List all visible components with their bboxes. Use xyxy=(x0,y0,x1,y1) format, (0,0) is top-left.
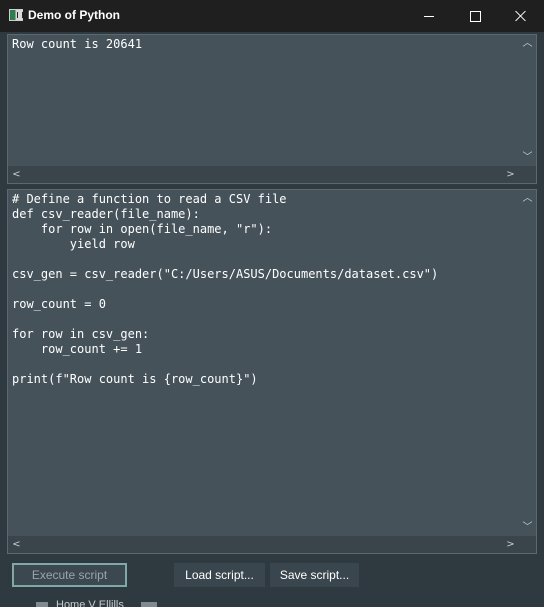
code-editor-text[interactable]: # Define a function to read a CSV file d… xyxy=(12,192,518,535)
editor-vertical-scrollbar[interactable]: ︿ ﹀ xyxy=(519,190,536,536)
app-window: Demo of Python Row count is 20641 ︿ ﹀ < … xyxy=(0,0,544,607)
save-script-button[interactable]: Save script... xyxy=(270,563,359,587)
scroll-down-icon[interactable]: ﹀ xyxy=(519,149,536,166)
minimize-button[interactable] xyxy=(406,0,452,32)
background-window-peek: Home V Ellills xyxy=(0,597,544,607)
execute-script-button[interactable]: Execute script xyxy=(12,563,127,587)
load-script-button[interactable]: Load script... xyxy=(174,563,265,587)
scroll-right-icon[interactable]: > xyxy=(502,166,519,183)
background-box-icon xyxy=(141,602,157,607)
scroll-down-icon[interactable]: ﹀ xyxy=(519,519,536,536)
window-title: Demo of Python xyxy=(28,8,120,22)
scroll-left-icon[interactable]: < xyxy=(8,166,25,183)
output-panel[interactable]: Row count is 20641 ︿ ﹀ < > xyxy=(7,34,537,184)
output-vertical-scrollbar[interactable]: ︿ ﹀ xyxy=(519,35,536,166)
background-peek-text: Home V Ellills xyxy=(56,599,124,607)
scroll-up-icon[interactable]: ︿ xyxy=(519,190,536,207)
output-text[interactable]: Row count is 20641 xyxy=(12,37,518,165)
close-button[interactable] xyxy=(498,0,544,32)
scroll-right-icon[interactable]: > xyxy=(502,536,519,553)
title-bar[interactable]: Demo of Python xyxy=(0,0,544,32)
maximize-button[interactable] xyxy=(452,0,498,32)
editor-horizontal-scrollbar[interactable]: < > xyxy=(8,536,519,553)
scrollbar-corner xyxy=(519,166,536,183)
scrollbar-corner xyxy=(519,536,536,553)
maximize-icon xyxy=(469,10,481,22)
background-checkbox-icon xyxy=(36,602,48,607)
output-horizontal-scrollbar[interactable]: < > xyxy=(8,166,519,183)
minimize-icon xyxy=(424,15,434,17)
close-icon xyxy=(515,10,527,22)
code-editor-panel[interactable]: # Define a function to read a CSV file d… xyxy=(7,189,537,554)
scroll-up-icon[interactable]: ︿ xyxy=(519,35,536,52)
scroll-left-icon[interactable]: < xyxy=(8,536,25,553)
app-icon xyxy=(9,9,23,21)
